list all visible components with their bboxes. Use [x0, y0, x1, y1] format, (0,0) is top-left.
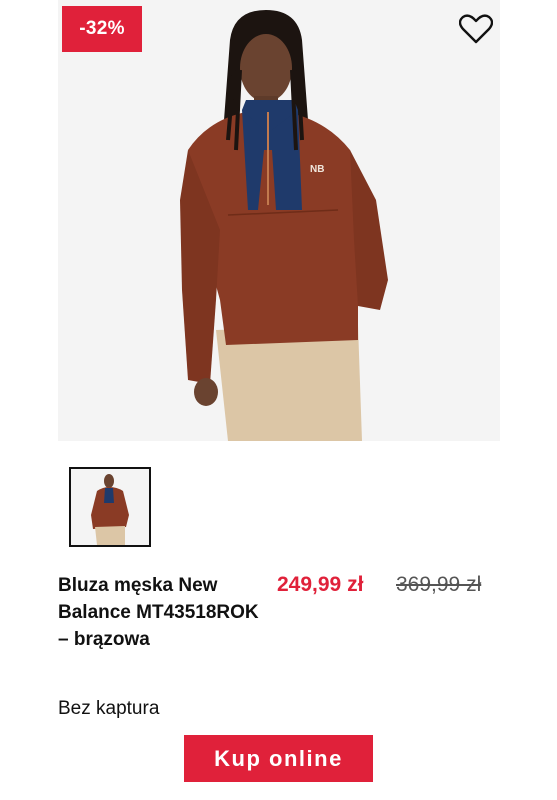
buy-online-button[interactable]: Kup online — [184, 735, 373, 782]
old-price: 369,99 zł — [396, 573, 482, 596]
svg-text:NB: NB — [310, 164, 324, 175]
product-main-image[interactable]: NB — [58, 0, 500, 441]
add-to-favorites-button[interactable] — [456, 10, 496, 48]
model-photo: NB — [58, 0, 500, 441]
product-thumbnail[interactable] — [69, 467, 151, 547]
discount-badge: -32% — [62, 6, 142, 52]
thumbnail-image — [71, 469, 149, 545]
heart-icon — [459, 14, 493, 44]
current-price: 249,99 zł — [277, 573, 364, 596]
product-title: Bluza męska New Balance MT43518ROK – brą… — [58, 575, 259, 650]
product-variant: Bez kaptura — [58, 698, 160, 719]
